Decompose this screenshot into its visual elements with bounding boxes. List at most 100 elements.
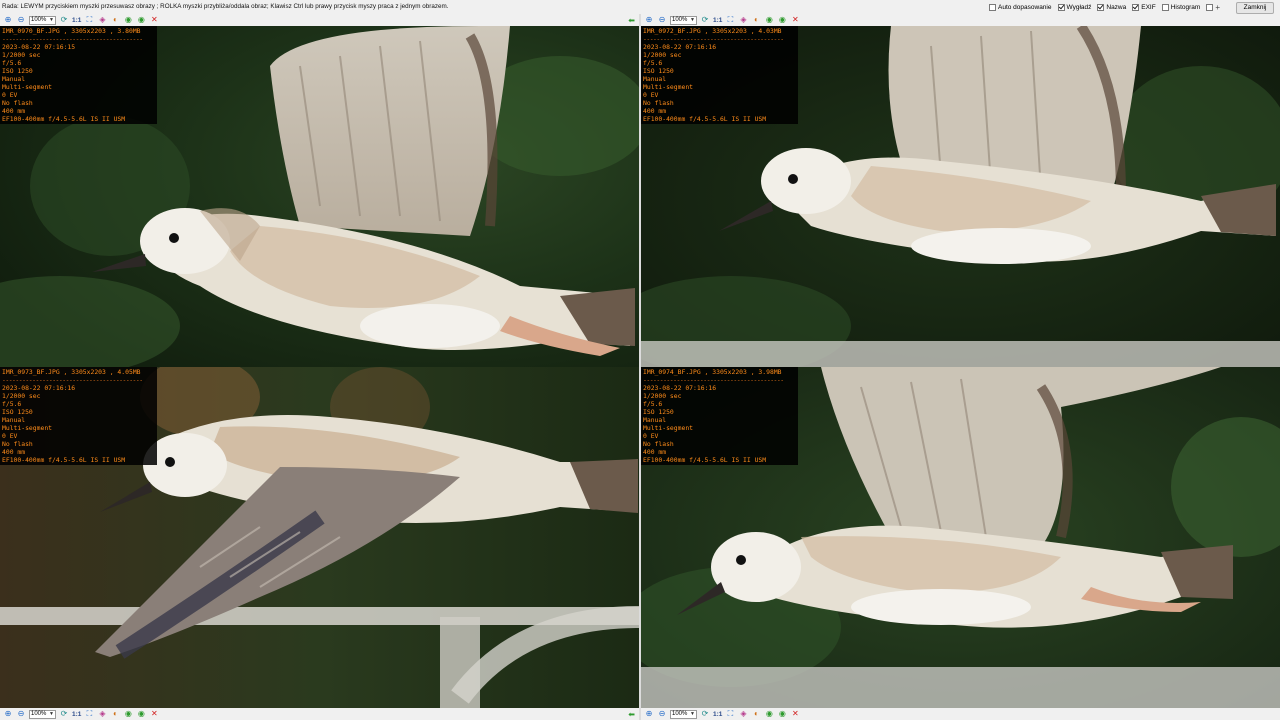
zoom-out-icon[interactable]: ⊖ [657,709,667,719]
fit-icon[interactable]: ⛶ [84,709,94,719]
rotate-icon[interactable]: ⟳ [59,15,69,25]
actual-size-button[interactable]: 1:1 [72,17,81,24]
image-title: IMR_0970_BF.JPG , 3305x2203 , 3.80MB [2,27,141,35]
exif-flash: No flash [643,99,674,107]
zoom-in-icon[interactable]: ⊕ [3,709,13,719]
flip-icon[interactable]: ◐ [110,15,120,25]
exif-iso: ISO 1250 [643,408,674,416]
rotate-icon[interactable]: ⟳ [700,709,710,719]
histogram-checkbox[interactable]: Histogram [1161,4,1200,11]
smooth-checkbox[interactable]: Wygładź [1057,4,1092,11]
prev-icon[interactable]: ◉ [123,709,133,719]
checkbox-box[interactable] [1206,4,1214,11]
exif-iso: ISO 1250 [2,67,33,75]
checkbox-box[interactable] [1132,4,1140,11]
crop-icon[interactable]: ◈ [97,709,107,719]
smooth-label: Wygładź [1066,4,1092,11]
zoom-in-icon[interactable]: ⊕ [3,15,13,25]
exif-date: 2023-08-22 07:16:16 [2,384,76,392]
exif-ev: 0 EV [2,91,18,99]
auto-fit-checkbox[interactable]: Auto dopasowanie [989,4,1052,11]
close-icon[interactable]: ✕ [790,15,800,25]
panel-toolbar: ⊕ ⊖ 100% ▼ ⟳ 1:1 ⛶ ◈ ◐ ◉ ◉ ✕ [641,14,1280,26]
flip-icon[interactable]: ◐ [110,709,120,719]
exif-aperture: f/5.6 [2,400,22,408]
exif-overlay: IMR_0973_BF.JPG , 3305x2203 , 4.05MB ---… [0,367,157,465]
fit-icon[interactable]: ⛶ [84,15,94,25]
zoom-out-icon[interactable]: ⊖ [657,15,667,25]
zoom-select[interactable]: 100% ▼ [29,709,56,719]
actual-size-button[interactable]: 1:1 [713,711,722,718]
exif-iso: ISO 1250 [2,408,33,416]
close-icon[interactable]: ✕ [149,709,159,719]
checkbox-box[interactable] [1057,4,1065,11]
zoom-out-icon[interactable]: ⊖ [16,15,26,25]
chevron-down-icon: ▼ [49,711,54,717]
next-icon[interactable]: ◉ [136,15,146,25]
chevron-down-icon: ▼ [690,17,695,23]
rotate-icon[interactable]: ⟳ [59,709,69,719]
name-checkbox[interactable]: Nazwa [1097,4,1126,11]
exif-lens: EF100-400mm f/4.5-5.6L IS II USM [643,115,767,123]
image-panel[interactable]: IMR_0970_BF.JPG , 3305x2203 , 3.80MB ---… [0,26,639,367]
close-icon[interactable]: ✕ [790,709,800,719]
exif-overlay: IMR_0970_BF.JPG , 3305x2203 , 3.80MB ---… [0,26,157,124]
rotate-icon[interactable]: ⟳ [700,15,710,25]
exif-aperture: f/5.6 [2,59,22,67]
zoom-value: 100% [672,17,688,23]
view-options: Auto dopasowanie Wygładź Nazwa EXIF Hist… [989,0,1274,15]
image-title: IMR_0974_BF.JPG , 3305x2203 , 3.98MB [643,368,782,376]
exif-mode: Manual [643,75,667,83]
exif-metering: Multi-segment [2,424,53,432]
zoom-select[interactable]: 100% ▼ [670,15,697,25]
crop-icon[interactable]: ◈ [738,15,748,25]
image-title: IMR_0972_BF.JPG , 3305x2203 , 4.03MB [643,27,782,35]
zoom-out-icon[interactable]: ⊖ [16,709,26,719]
zoom-in-icon[interactable]: ⊕ [644,15,654,25]
next-icon[interactable]: ◉ [136,709,146,719]
exif-lens: EF100-400mm f/4.5-5.6L IS II USM [2,115,126,123]
separator: ----------------------------------------… [2,35,143,43]
exif-metering: Multi-segment [643,83,694,91]
checkbox-box[interactable] [1161,4,1169,11]
fit-icon[interactable]: ⛶ [725,15,735,25]
back-arrow-icon[interactable]: ⬅ [628,14,635,26]
image-panel[interactable]: IMR_0974_BF.JPG , 3305x2203 , 3.98MB ---… [641,367,1280,708]
separator: ----------------------------------------… [2,376,143,384]
image-title: IMR_0973_BF.JPG , 3305x2203 , 4.05MB [2,368,141,376]
exif-aperture: f/5.6 [643,59,663,67]
panel-toolbar: ⊕ ⊖ 100% ▼ ⟳ 1:1 ⛶ ◈ ◐ ◉ ◉ ✕ [641,708,1280,720]
actual-size-button[interactable]: 1:1 [72,711,81,718]
flip-icon[interactable]: ◐ [751,15,761,25]
back-arrow-icon[interactable]: ⬅ [628,708,635,720]
flip-icon[interactable]: ◐ [751,709,761,719]
image-panel[interactable]: IMR_0972_BF.JPG , 3305x2203 , 4.03MB ---… [641,26,1280,367]
next-icon[interactable]: ◉ [777,709,787,719]
fit-icon[interactable]: ⛶ [725,709,735,719]
exif-flash: No flash [2,99,33,107]
next-icon[interactable]: ◉ [777,15,787,25]
exif-checkbox[interactable]: EXIF [1132,4,1156,11]
checkbox-box[interactable] [1097,4,1105,11]
close-button[interactable]: Zamknij [1236,1,1274,14]
crop-icon[interactable]: ◈ [738,709,748,719]
prev-icon[interactable]: ◉ [764,15,774,25]
zoom-select[interactable]: 100% ▼ [29,15,56,25]
zoom-select[interactable]: 100% ▼ [670,709,697,719]
exif-date: 2023-08-22 07:16:16 [643,384,717,392]
zoom-in-icon[interactable]: ⊕ [644,709,654,719]
exif-ev: 0 EV [2,432,18,440]
image-panel[interactable]: IMR_0973_BF.JPG , 3305x2203 , 4.05MB ---… [0,367,639,708]
exif-mode: Manual [643,416,667,424]
prev-icon[interactable]: ◉ [123,15,133,25]
exif-overlay: IMR_0974_BF.JPG , 3305x2203 , 3.98MB ---… [641,367,798,465]
checkbox-box[interactable] [989,4,996,11]
crop-icon[interactable]: ◈ [97,15,107,25]
close-icon[interactable]: ✕ [149,15,159,25]
exif-overlay: IMR_0972_BF.JPG , 3305x2203 , 4.03MB ---… [641,26,798,124]
exif-date: 2023-08-22 07:16:16 [643,43,717,51]
exif-flash: No flash [2,440,33,448]
actual-size-button[interactable]: 1:1 [713,17,722,24]
plus-checkbox[interactable]: + [1206,3,1220,12]
prev-icon[interactable]: ◉ [764,709,774,719]
